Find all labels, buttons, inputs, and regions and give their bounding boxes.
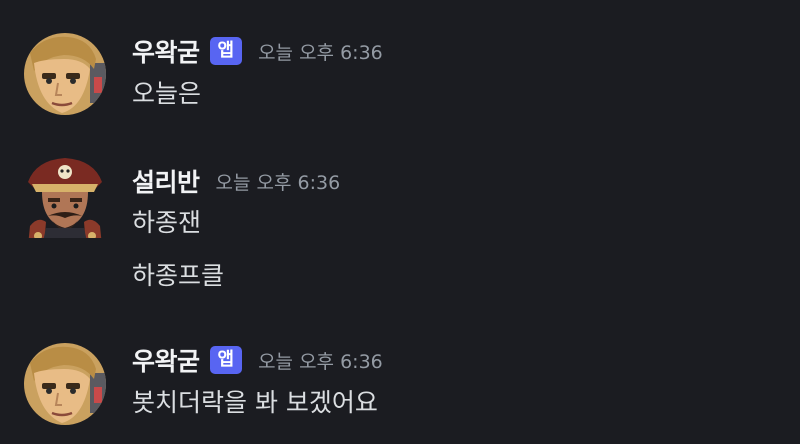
message-text: 오늘은 (132, 79, 202, 108)
message-text: 하종잰 (132, 208, 202, 237)
blonde-man-avatar-icon[interactable] (24, 343, 106, 425)
message-header: 설리반 오늘 오후 6:36 (132, 163, 340, 199)
chat-message-list: 우왁굳 앱 오늘 오후 6:36 오늘은 설리반 오늘 오후 6:36 하종잰 … (0, 0, 800, 444)
author-name[interactable]: 우왁굳 (132, 342, 200, 378)
app-badge: 앱 (209, 346, 243, 374)
app-badge: 앱 (209, 37, 243, 65)
author-name[interactable]: 설리반 (132, 163, 200, 199)
timestamp[interactable]: 오늘 오후 6:36 (258, 347, 383, 374)
blonde-man-avatar-icon[interactable] (24, 33, 106, 115)
timestamp[interactable]: 오늘 오후 6:36 (216, 168, 341, 195)
author-name[interactable]: 우왁굳 (132, 33, 200, 69)
timestamp[interactable]: 오늘 오후 6:36 (258, 38, 383, 65)
pirate-captain-avatar-icon[interactable] (24, 156, 106, 238)
message-header: 우왁굳 앱 오늘 오후 6:36 (132, 342, 383, 378)
message-header: 우왁굳 앱 오늘 오후 6:36 (132, 33, 383, 69)
message-text: 하종프클 (132, 261, 225, 290)
message-text: 봇치더락을 봐 보겠어요 (132, 388, 378, 417)
